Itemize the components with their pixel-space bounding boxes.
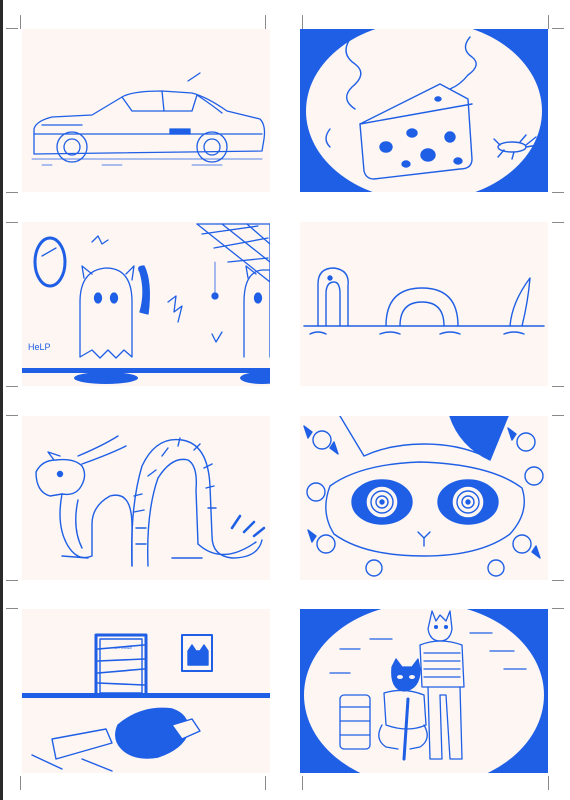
crop-mark — [6, 580, 18, 581]
crop-mark — [6, 28, 18, 29]
cat-icon — [325, 416, 525, 557]
panel-crime-scene: NOT UNDER — [22, 609, 270, 773]
crop-mark — [6, 608, 18, 609]
help-scribble: HeLP — [28, 342, 51, 352]
crop-mark — [6, 222, 18, 223]
crop-mark — [552, 386, 564, 387]
crop-mark — [548, 776, 549, 790]
crop-mark — [265, 776, 266, 790]
panel-cheese — [300, 29, 548, 192]
crop-mark — [6, 415, 18, 416]
crop-mark — [552, 580, 564, 581]
dragon-icon — [35, 435, 266, 567]
candy-icon — [303, 425, 544, 577]
panel-sea-serpent — [300, 222, 548, 386]
crop-mark — [552, 28, 564, 29]
page-edge — [0, 0, 3, 800]
tape-text: NOT UNDER — [114, 646, 133, 650]
panel-car — [22, 29, 270, 192]
door-icon: NOT UNDER — [94, 633, 148, 697]
comic-sheet: HeLP NOT UNDER — [0, 0, 570, 800]
crop-mark — [302, 15, 303, 29]
crop-mark — [548, 15, 549, 29]
crop-mark — [6, 192, 18, 193]
panel-dragon — [22, 416, 270, 580]
serpent-icon — [317, 267, 531, 327]
crop-mark — [20, 15, 21, 29]
panel-ghosts: HeLP — [22, 222, 270, 386]
crop-mark — [6, 386, 18, 387]
panel-cat-gang — [300, 609, 548, 773]
crop-mark — [552, 192, 564, 193]
car-icon — [31, 72, 266, 166]
crop-mark — [552, 415, 564, 416]
panel-hypno-cat — [300, 416, 548, 580]
crop-mark — [302, 776, 303, 790]
crop-mark — [265, 15, 266, 29]
mirror-icon — [33, 236, 67, 288]
spiderweb-icon — [196, 223, 270, 300]
ghost-icon — [79, 265, 150, 359]
crop-mark — [552, 222, 564, 223]
picture-frame-icon — [181, 634, 213, 672]
crop-mark — [20, 776, 21, 790]
crop-mark — [552, 608, 564, 609]
